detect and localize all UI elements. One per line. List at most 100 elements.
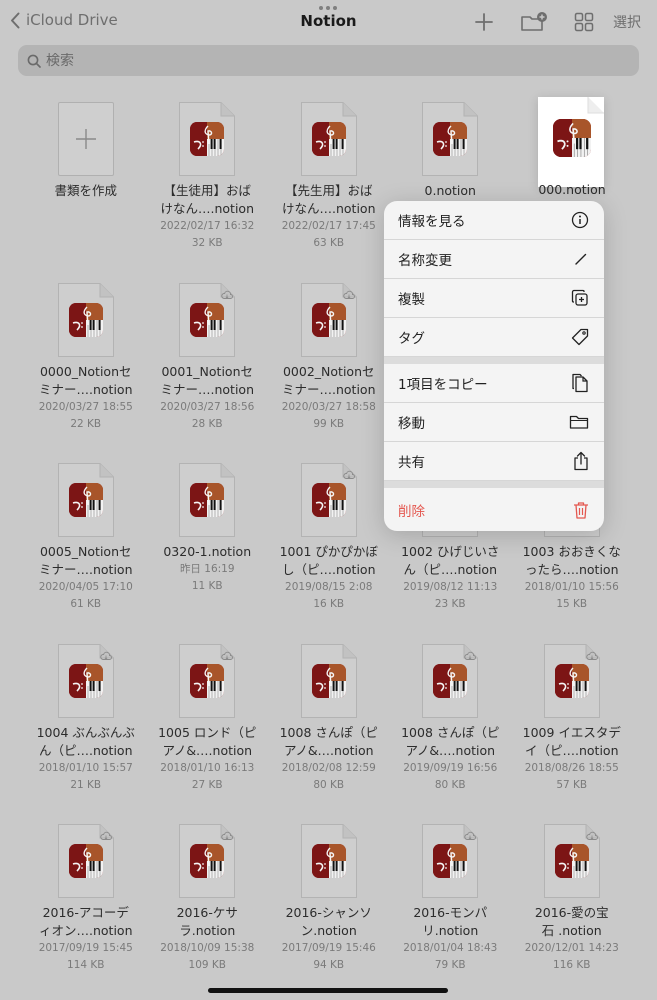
- cloud-download-icon: [100, 826, 112, 845]
- file-name: 2016-モンパ リ.notion: [413, 905, 488, 938]
- file-thumbnail[interactable]: [57, 282, 114, 357]
- file-thumbnail[interactable]: [300, 102, 357, 176]
- file-thumbnail[interactable]: [179, 282, 236, 357]
- menu-item-delete[interactable]: 削除: [384, 488, 604, 531]
- new-document-item[interactable]: 書類を作成: [25, 98, 147, 279]
- file-item[interactable]: 0005_Notionセ ミナー….notion 2020/04/05 17:10…: [25, 459, 147, 640]
- file-thumbnail[interactable]: [57, 643, 114, 718]
- menu-item-share[interactable]: 共有: [384, 442, 604, 481]
- file-item[interactable]: 1008 さんぽ（ピ アノ&….notion 2018/02/08 12:59 80…: [268, 640, 390, 821]
- file-name: 【生徒用】おば けなん….notion: [160, 183, 255, 216]
- multitasking-grabber[interactable]: [318, 6, 338, 10]
- notion-app-icon: [311, 844, 346, 878]
- file-thumbnail[interactable]: [543, 643, 600, 718]
- file-size: 80 KB: [313, 778, 345, 791]
- view-toggle-button[interactable]: [559, 10, 609, 34]
- search-input[interactable]: [46, 52, 606, 69]
- page-title: Notion: [300, 12, 357, 30]
- file-date: 2020/12/01 14:23: [524, 942, 619, 954]
- file-size: 99 KB: [313, 417, 345, 430]
- file-thumbnail[interactable]: [422, 824, 479, 898]
- file-date: 2017/09/19 15:46: [281, 942, 376, 954]
- file-size: 114 KB: [67, 959, 105, 971]
- share-icon: [574, 451, 588, 471]
- menu-item-duplicate[interactable]: 複製: [384, 279, 604, 318]
- file-thumbnail[interactable]: [179, 824, 236, 898]
- new-document-tile[interactable]: [57, 102, 114, 176]
- file-item[interactable]: 【生徒用】おば けなん….notion 2022/02/17 16:32 32 KB: [147, 98, 269, 279]
- notion-app-icon: [190, 844, 225, 878]
- add-button[interactable]: [459, 10, 509, 34]
- file-name: 1008 さんぽ（ピ アノ&….notion: [401, 724, 500, 758]
- menu-item-copy[interactable]: 1項目をコピー: [384, 364, 604, 403]
- cloud-download-icon: [343, 285, 355, 304]
- file-item[interactable]: 1001 ぴかぴかぼ し（ピ….notion 2019/08/15 2:08 16 …: [268, 459, 390, 640]
- file-item[interactable]: 0320-1.notion 昨日 16:19 11 KB: [147, 459, 269, 640]
- file-thumbnail[interactable]: [57, 824, 114, 898]
- file-size: 21 KB: [70, 778, 102, 791]
- file-thumbnail[interactable]: [300, 643, 357, 718]
- file-thumbnail[interactable]: [422, 643, 479, 718]
- file-thumbnail[interactable]: [300, 282, 357, 357]
- home-indicator[interactable]: [208, 988, 448, 993]
- back-button[interactable]: iCloud Drive: [10, 11, 118, 29]
- notion-app-icon: [190, 302, 225, 337]
- new-folder-button[interactable]: [509, 10, 559, 34]
- menu-separator: [384, 357, 604, 364]
- notion-app-icon: [433, 844, 468, 878]
- cloud-download-icon: [464, 646, 477, 665]
- file-item[interactable]: 1009 イエスタデ イ（ピ….notion 2018/08/26 18:55 57…: [511, 640, 633, 821]
- file-thumbnail[interactable]: [179, 463, 236, 537]
- file-item[interactable]: 0000_Notionセ ミナー….notion 2020/03/27 18:55…: [25, 279, 147, 460]
- file-item[interactable]: 0002_Notionセ ミナー….notion 2020/03/27 18:58…: [268, 279, 390, 460]
- file-thumbnail[interactable]: [179, 102, 236, 176]
- file-item[interactable]: 2016-愛の宝 石 .notion 2020/12/01 14:23 116 KB: [511, 820, 633, 1000]
- file-date: 2022/02/17 16:32: [160, 220, 255, 232]
- file-item[interactable]: 0001_Notionセ ミナー….notion 2020/03/27 18:56…: [147, 279, 269, 460]
- cloud-download-icon: [221, 826, 234, 845]
- file-thumbnail[interactable]: [422, 102, 479, 176]
- file-size: 11 KB: [191, 580, 223, 592]
- file-item[interactable]: 2016-アコーデ ィオン….notion 2017/09/19 15:45 114…: [25, 820, 147, 1000]
- file-thumbnail[interactable]: [179, 643, 236, 718]
- file-size: 32 KB: [191, 237, 223, 249]
- notion-app-icon: [554, 663, 589, 698]
- file-date: 2018/02/08 12:59: [281, 761, 376, 774]
- selected-file-preview[interactable]: [538, 97, 604, 187]
- file-item[interactable]: 【先生用】おば けなん….notion 2022/02/17 17:45 63 KB: [268, 98, 390, 279]
- file-name: 【先生用】おば けなん….notion: [282, 183, 376, 216]
- file-thumbnail[interactable]: [543, 824, 600, 898]
- file-name: 2016-愛の宝 石 .notion: [534, 905, 609, 938]
- select-button[interactable]: 選択: [609, 12, 641, 32]
- file-name: 1009 イエスタデ イ（ピ….notion: [522, 724, 621, 758]
- file-size: 27 KB: [191, 778, 223, 791]
- menu-item-move[interactable]: 移動: [384, 403, 604, 442]
- file-date: 2018/01/10 16:13: [160, 761, 255, 774]
- file-name: 1003 おおきくな ったら….notion: [522, 544, 621, 577]
- menu-item-label: 共有: [398, 455, 425, 471]
- menu-item-rename[interactable]: 名称変更: [384, 240, 604, 279]
- menu-item-get-info[interactable]: 情報を見る: [384, 201, 604, 240]
- file-thumbnail[interactable]: [57, 463, 114, 537]
- file-thumbnail[interactable]: [300, 824, 357, 898]
- menu-item-label: 移動: [398, 416, 425, 432]
- search-bar[interactable]: [18, 45, 639, 76]
- file-item[interactable]: 2016-シャンソ ン.notion 2017/09/19 15:46 94 KB: [268, 820, 390, 1000]
- file-item[interactable]: 1005 ロンド（ピ アノ&….notion 2018/01/10 16:13 27…: [147, 640, 269, 821]
- notion-app-icon: [311, 483, 346, 517]
- file-item[interactable]: 2016-モンパ リ.notion 2018/01/04 18:43 79 KB: [390, 820, 512, 1000]
- file-date: 2018/01/10 15:57: [38, 761, 133, 774]
- file-item[interactable]: 1004 ぶんぶんぶ ん（ピ….notion 2018/01/10 15:57 21…: [25, 640, 147, 821]
- trash-icon: [574, 501, 588, 519]
- menu-item-label: 1項目をコピー: [398, 377, 488, 393]
- cloud-download-icon: [464, 826, 477, 845]
- file-thumbnail[interactable]: [300, 463, 357, 537]
- file-item[interactable]: 2016-ケサ ラ.notion 2018/10/09 15:38 109 KB: [147, 820, 269, 1000]
- file-name: 2016-アコーデ ィオン….notion: [39, 905, 133, 938]
- file-item[interactable]: 1008 さんぽ（ピ アノ&….notion 2019/09/19 16:56 80…: [390, 640, 512, 821]
- menu-item-tag[interactable]: タグ: [384, 318, 604, 357]
- copy-icon: [572, 373, 588, 393]
- new-folder-icon: [521, 12, 547, 31]
- file-name: 0.notion: [424, 183, 476, 198]
- file-size: 57 KB: [556, 778, 588, 791]
